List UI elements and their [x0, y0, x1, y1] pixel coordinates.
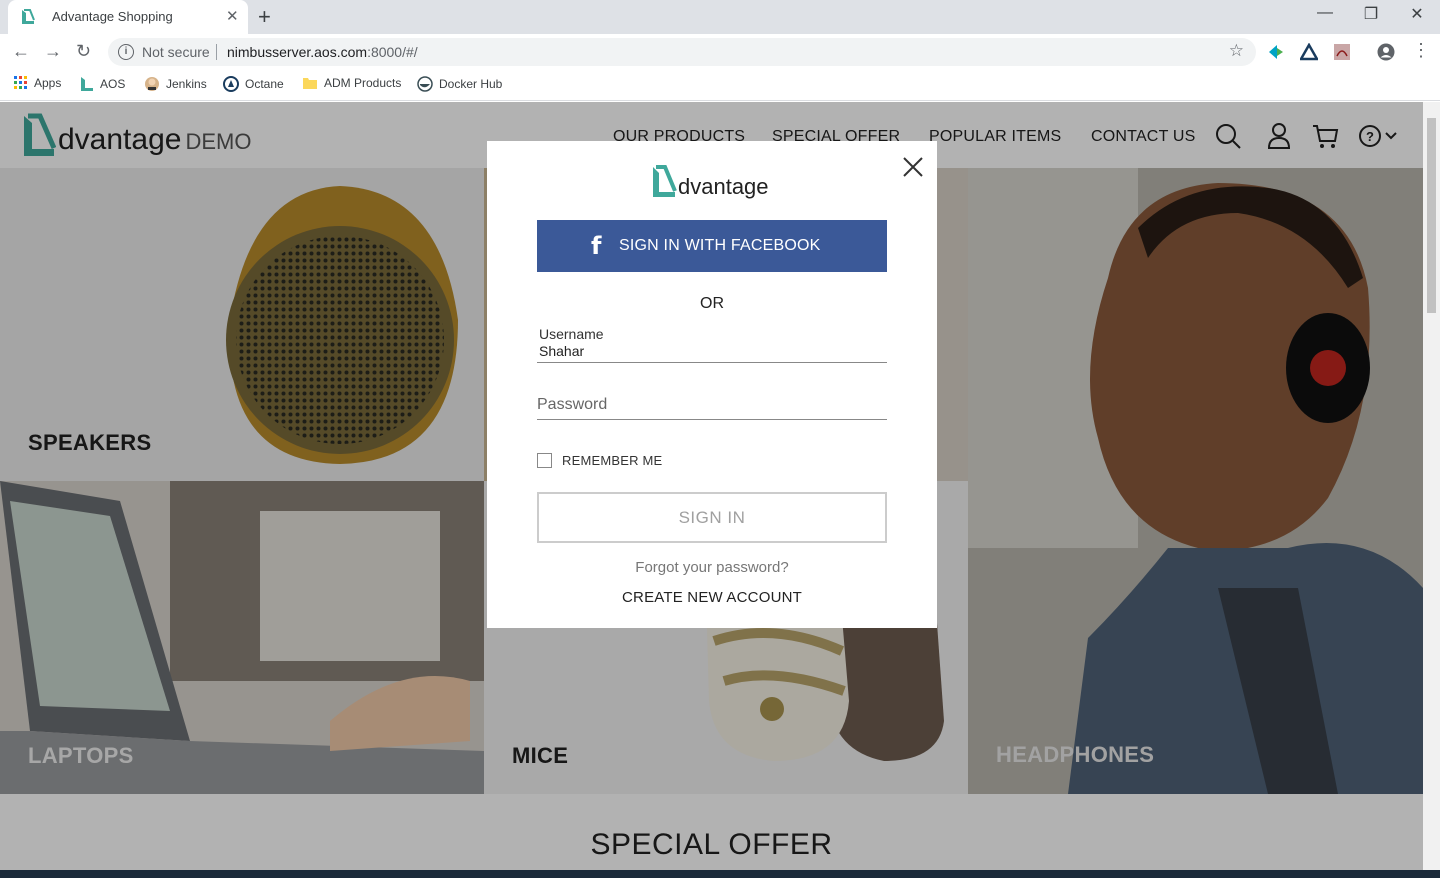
not-secure-label: Not secure: [142, 44, 210, 60]
browser-tab-strip: Advantage Shopping ✕ + — ❐ ✕: [0, 0, 1440, 34]
advantage-logo-icon: [653, 165, 677, 197]
window-close-icon[interactable]: ✕: [1394, 4, 1440, 24]
aos-icon: [81, 77, 93, 91]
modal-close-icon[interactable]: [899, 153, 927, 181]
forgot-password-link[interactable]: Forgot your password?: [487, 559, 937, 576]
os-taskbar: [0, 870, 1440, 878]
bookmark-docker-hub[interactable]: Docker Hub: [417, 76, 502, 92]
bookmark-star-icon[interactable]: ☆: [1229, 41, 1244, 61]
username-label: Username: [539, 326, 604, 342]
create-account-link[interactable]: CREATE NEW ACCOUNT: [487, 589, 937, 606]
browser-toolbar: ← → ↻ i Not secure nimbusserver.aos.com:…: [0, 34, 1440, 70]
sign-in-button[interactable]: SIGN IN: [537, 492, 887, 543]
extension-triangle-icon[interactable]: [1298, 42, 1320, 61]
profile-icon[interactable]: [1377, 43, 1395, 61]
browser-tab[interactable]: Advantage Shopping ✕: [8, 0, 248, 34]
remember-me-checkbox[interactable]: REMEMBER ME: [537, 453, 662, 468]
docker-icon: [417, 76, 433, 92]
url-path: :8000/#/: [367, 44, 418, 60]
bookmark-label: AOS: [100, 77, 126, 91]
tab-close-icon[interactable]: ✕: [226, 7, 239, 25]
username-value: Shahar: [539, 343, 585, 359]
bookmark-label: ADM Products: [324, 76, 402, 90]
url-host: nimbusserver.aos.com: [227, 44, 368, 60]
pdf-extension-icon[interactable]: [1333, 43, 1351, 61]
bookmark-octane[interactable]: Octane: [223, 76, 284, 92]
bookmarks-bar: Apps AOS Jenkins Octane ADM Products Doc…: [0, 70, 1440, 101]
restore-icon[interactable]: ❐: [1348, 4, 1394, 24]
bookmark-label: Octane: [245, 77, 284, 91]
minimize-icon[interactable]: —: [1302, 4, 1348, 22]
modal-logo-wordmark: dvantage: [678, 174, 769, 199]
bookmark-aos[interactable]: AOS: [80, 76, 125, 92]
password-field[interactable]: Password: [537, 393, 887, 420]
facebook-signin-label: SIGN IN WITH FACEBOOK: [619, 237, 821, 254]
modal-logo: dvantage: [651, 165, 769, 199]
advantage-favicon-icon: [20, 8, 36, 31]
url-text: nimbusserver.aos.com:8000/#/: [227, 44, 418, 60]
forward-icon[interactable]: →: [44, 41, 62, 62]
bookmark-label: Docker Hub: [439, 77, 503, 91]
page-scrollbar[interactable]: [1423, 102, 1440, 870]
username-field[interactable]: Username Shahar: [537, 323, 887, 363]
page-viewport: dvantage DEMO OUR PRODUCTS SPECIAL OFFER…: [0, 102, 1423, 878]
password-placeholder: Password: [537, 396, 608, 413]
login-modal: dvantage f SIGN IN WITH FACEBOOK OR User…: [487, 141, 937, 628]
facebook-icon: f: [591, 232, 602, 260]
browser-menu-icon[interactable]: ⋮: [1412, 40, 1430, 61]
jenkins-icon: [145, 77, 159, 91]
folder-icon: [303, 78, 317, 89]
bookmark-apps[interactable]: Apps: [14, 76, 61, 90]
scrollbar-thumb[interactable]: [1427, 118, 1436, 313]
apps-grid-icon: [14, 76, 27, 89]
address-bar[interactable]: i Not secure nimbusserver.aos.com:8000/#…: [108, 38, 1256, 66]
facebook-signin-button[interactable]: f SIGN IN WITH FACEBOOK: [537, 220, 887, 272]
bookmark-jenkins[interactable]: Jenkins: [144, 76, 207, 92]
extension-arrow-icon[interactable]: [1267, 43, 1285, 61]
bookmark-label: Apps: [34, 76, 62, 90]
back-icon[interactable]: ←: [12, 41, 30, 62]
bookmark-adm-products[interactable]: ADM Products: [302, 76, 401, 90]
omnibox-divider: [216, 44, 217, 60]
site-info-icon[interactable]: i: [118, 44, 134, 60]
octane-icon: [223, 76, 239, 92]
remember-me-label: REMEMBER ME: [562, 453, 663, 468]
reload-icon[interactable]: ↻: [76, 41, 91, 62]
tab-title: Advantage Shopping: [52, 9, 173, 24]
bookmark-label: Jenkins: [166, 77, 207, 91]
remember-me-box[interactable]: [537, 453, 552, 468]
new-tab-button[interactable]: +: [258, 4, 271, 30]
or-separator: OR: [700, 295, 724, 312]
